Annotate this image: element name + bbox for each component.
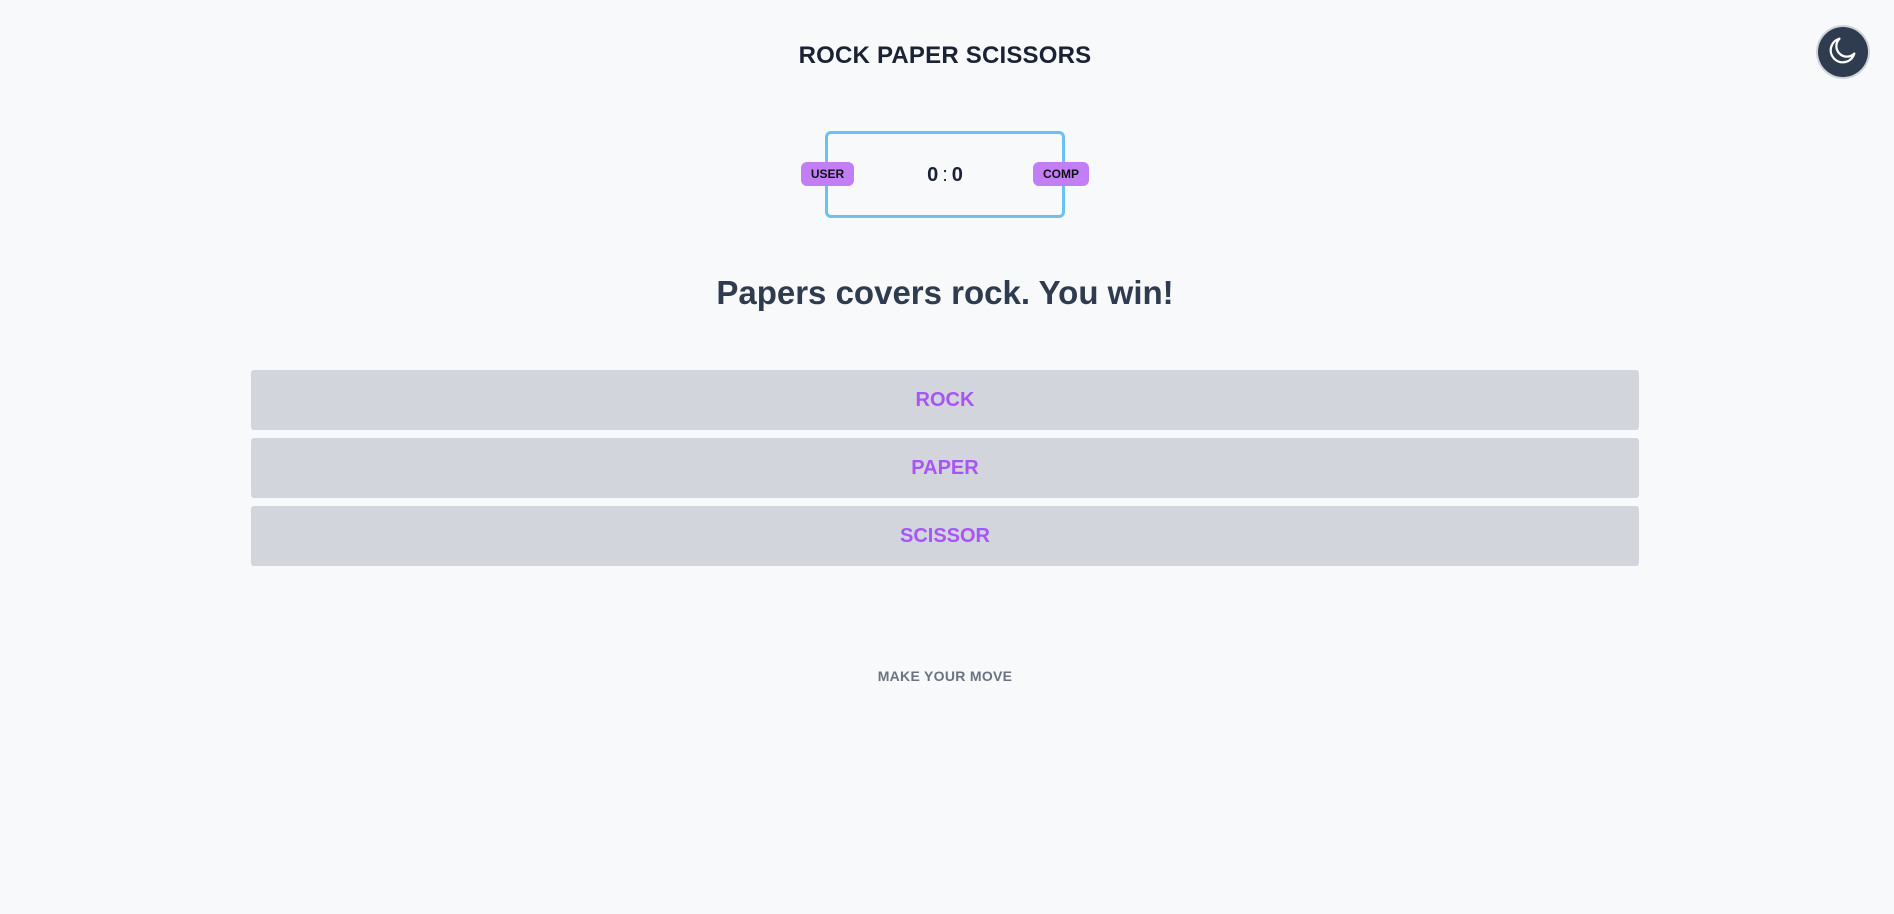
user-score: 0: [927, 164, 939, 186]
paper-button[interactable]: PAPER: [251, 438, 1639, 498]
choice-list: ROCK PAPER SCISSOR: [251, 370, 1639, 574]
game-page: ROCK PAPER SCISSORS USER COMP 0:0 Papers…: [0, 0, 1894, 914]
score-separator: :: [942, 164, 948, 186]
rock-button[interactable]: ROCK: [251, 370, 1639, 430]
moon-icon: [1826, 33, 1860, 72]
comp-score: 0: [951, 164, 963, 186]
scissor-button[interactable]: SCISSOR: [251, 506, 1639, 566]
move-hint: MAKE YOUR MOVE: [877, 668, 1013, 684]
result-message: Papers covers rock. You win!: [716, 274, 1174, 311]
theme-toggle-button[interactable]: [1818, 27, 1868, 77]
score-display: 0:0: [825, 164, 1065, 187]
page-title: ROCK PAPER SCISSORS: [798, 42, 1092, 69]
